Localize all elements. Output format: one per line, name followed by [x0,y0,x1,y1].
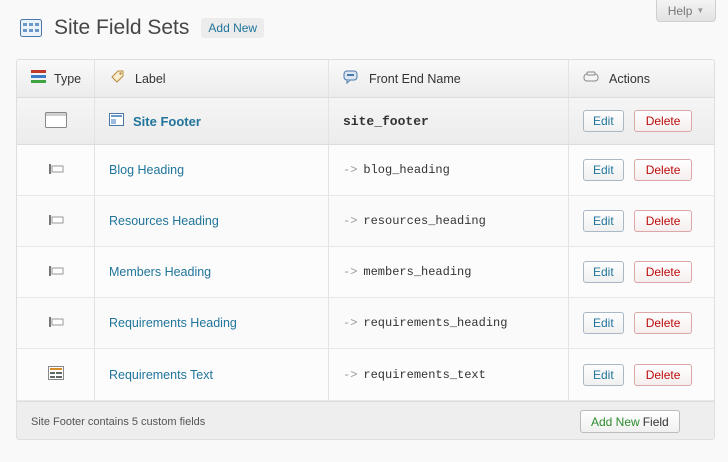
heading-field-icon [48,316,64,331]
field-sets-icon [20,19,42,37]
heading-field-icon [48,214,64,229]
add-new-field-label: Add New [591,414,640,429]
field-label-link[interactable]: Requirements Heading [109,316,237,330]
add-new-field-suffix: Field [642,414,669,429]
table-row: Blog Heading -> blog_heading Edit Delete [17,145,714,196]
edit-button[interactable]: Edit [583,312,624,334]
help-label: Help [667,3,693,18]
edit-button[interactable]: Edit [583,261,624,283]
label-cell: Requirements Text [95,349,329,400]
label-cell: Resources Heading [95,196,329,246]
add-new-button[interactable]: Add New [201,18,265,38]
actions-cell: Edit Delete [569,145,714,195]
actions-cell: Edit Delete [569,196,714,246]
speech-bubble-icon [343,70,359,87]
front-end-name-cell: -> resources_heading [329,196,569,246]
type-cell [17,196,95,246]
column-actions-text: Actions [609,71,650,86]
arrow-text: -> [343,265,358,279]
edit-button[interactable]: Edit [583,363,624,386]
type-cell [17,247,95,297]
label-cell: Members Heading [95,247,329,297]
field-count-summary: Site Footer contains 5 custom fields [31,415,206,428]
arrow-text: -> [343,163,358,177]
table-row: Requirements Text -> requirements_text E… [17,349,714,401]
delete-button[interactable]: Delete [633,261,693,283]
edit-button[interactable]: Edit [583,159,624,181]
front-end-name: resources_heading [363,214,486,228]
arrow-text: -> [343,316,358,330]
table-header: Type Label Front End Name Actions [17,60,714,98]
column-type-label: Type [54,71,82,86]
actions-cell: Edit Delete [569,247,714,297]
arrow-text: -> [343,367,358,382]
front-end-name-cell: -> requirements_heading [329,298,569,348]
type-column-icon [31,70,46,87]
label-cell: Requirements Heading [95,298,329,348]
heading-field-icon [48,265,64,280]
chevron-down-icon: ▼ [696,6,705,15]
edit-button[interactable]: Edit [583,110,624,132]
label-cell: Blog Heading [95,145,329,195]
delete-button[interactable]: Delete [633,110,693,132]
arrow-text: -> [343,214,358,228]
front-end-name: blog_heading [363,163,450,177]
field-set-icon [109,113,124,129]
front-end-name: requirements_text [363,367,486,382]
column-label-text: Label [135,71,166,86]
field-sets-table: Type Label Front End Name Actions Site F… [16,59,715,440]
column-front-end-name-text: Front End Name [369,71,461,86]
front-end-name-cell: -> blog_heading [329,145,569,195]
field-label-link[interactable]: Resources Heading [109,214,219,228]
delete-button[interactable]: Delete [633,312,693,334]
type-cell [17,145,95,195]
type-cell [17,98,95,144]
tag-icon [109,69,125,88]
front-end-name-cell: site_footer [329,98,569,144]
label-cell: Site Footer [95,98,329,144]
field-label-link[interactable]: Members Heading [109,265,211,279]
actions-icon [583,71,599,86]
table-row: Members Heading -> members_heading Edit … [17,247,714,298]
column-label: Label [95,60,329,97]
delete-button[interactable]: Delete [633,159,693,181]
front-end-name-cell: -> requirements_text [329,349,569,400]
type-cell [17,298,95,348]
column-type: Type [17,60,95,97]
text-field-icon [47,366,64,383]
edit-button[interactable]: Edit [583,210,624,232]
table-footer: Site Footer contains 5 custom fields Add… [17,401,714,439]
delete-button[interactable]: Delete [633,363,693,386]
front-end-name: requirements_heading [363,316,508,330]
page-title: Site Field Sets [54,16,190,39]
field-set-type-icon [44,111,67,131]
type-cell [17,349,95,400]
page-header: Site Field Sets Add New [20,14,265,42]
field-label-link[interactable]: Requirements Text [109,368,213,382]
delete-button[interactable]: Delete [633,210,693,232]
field-set-label-link[interactable]: Site Footer [133,114,201,129]
column-actions: Actions [569,60,714,97]
actions-cell: Edit Delete [569,298,714,348]
field-set-front-end-name: site_footer [343,113,429,129]
front-end-name-cell: -> members_heading [329,247,569,297]
help-tab[interactable]: Help ▼ [656,0,716,22]
front-end-name: members_heading [363,265,472,279]
actions-cell: Edit Delete [569,349,714,400]
table-row: Resources Heading -> resources_heading E… [17,196,714,247]
heading-field-icon [48,163,64,178]
field-set-row: Site Footer site_footer Edit Delete [17,98,714,145]
table-row: Requirements Heading -> requirements_hea… [17,298,714,349]
column-front-end-name: Front End Name [329,60,569,97]
add-new-field-button[interactable]: Add New Field [580,410,680,433]
field-label-link[interactable]: Blog Heading [109,163,184,177]
actions-cell: Edit Delete [569,98,714,144]
